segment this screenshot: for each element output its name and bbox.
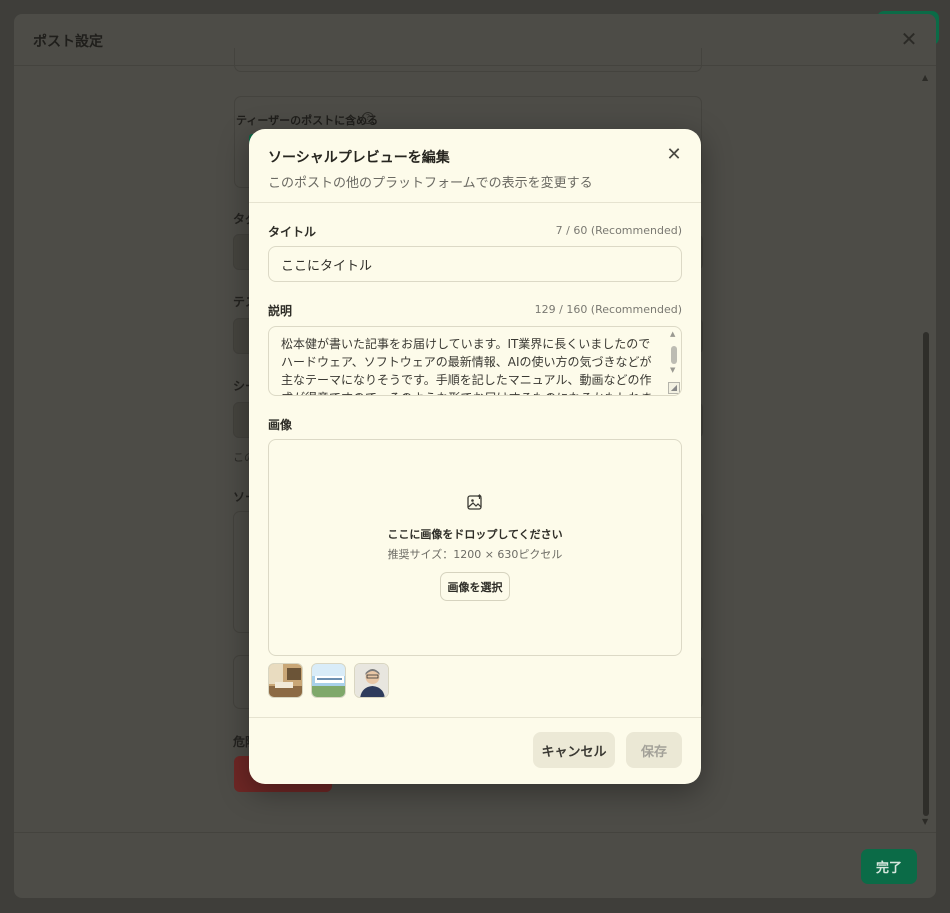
dialog-header-divider bbox=[249, 202, 701, 203]
scroll-up-icon[interactable]: ▲ bbox=[670, 330, 675, 338]
post-settings-title: ポスト設定 bbox=[33, 34, 103, 50]
title-label: タイトル bbox=[268, 225, 317, 239]
help-icon[interactable]: ? bbox=[362, 112, 374, 124]
outer-scrollbar[interactable]: ▲ ▼ bbox=[920, 70, 932, 830]
post-settings-footer: 完了 bbox=[14, 832, 936, 898]
resize-handle-icon[interactable]: ◢ bbox=[668, 382, 680, 394]
description-text: 松本健が書いた記事をお届けしています。IT業界に長くいましたのでハードウェア、ソ… bbox=[281, 337, 653, 395]
title-input[interactable] bbox=[268, 246, 682, 282]
description-label: 説明 bbox=[268, 304, 293, 318]
select-image-button[interactable]: 画像を選択 bbox=[440, 572, 510, 601]
teaser-label: ティーザーのポストに含める bbox=[236, 114, 379, 127]
recommended-size: 推奨サイズ：1200 × 630ピクセル bbox=[387, 548, 563, 561]
scroll-up-icon[interactable]: ▲ bbox=[922, 74, 930, 82]
scroll-thumb[interactable] bbox=[671, 346, 677, 364]
done-button[interactable]: 完了 bbox=[861, 849, 917, 884]
settings-card-top bbox=[234, 48, 702, 72]
title-counter: 7 / 60 (Recommended) bbox=[555, 224, 682, 237]
social-preview-dialog: ソーシャルプレビューを編集 このポストの他のプラットフォームでの表示を変更する … bbox=[249, 129, 701, 784]
thumbnail-banner[interactable] bbox=[311, 663, 346, 698]
image-label: 画像 bbox=[268, 418, 293, 432]
dialog-title: ソーシャルプレビューを編集 bbox=[268, 150, 450, 166]
save-button[interactable]: 保存 bbox=[626, 732, 682, 768]
scroll-thumb[interactable] bbox=[923, 332, 929, 816]
drop-instructions: ここに画像をドロップしてください bbox=[387, 528, 563, 541]
cancel-button[interactable]: キャンセル bbox=[533, 732, 615, 768]
image-dropzone[interactable]: ここに画像をドロップしてください 推奨サイズ：1200 × 630ピクセル 画像… bbox=[268, 439, 682, 656]
description-counter: 129 / 160 (Recommended) bbox=[534, 303, 682, 316]
close-icon[interactable]: ✕ bbox=[898, 28, 920, 50]
dialog-subtitle: このポストの他のプラットフォームでの表示を変更する bbox=[268, 176, 593, 191]
dialog-footer-divider bbox=[249, 717, 701, 718]
scroll-down-icon[interactable]: ▼ bbox=[670, 366, 675, 374]
thumbnail-avatar-illustration[interactable] bbox=[354, 663, 389, 698]
description-textarea[interactable]: 松本健が書いた記事をお届けしています。IT業界に長くいましたのでハードウェア、ソ… bbox=[268, 326, 682, 396]
close-icon[interactable]: ✕ bbox=[663, 144, 685, 166]
thumbnail-desk-photo[interactable] bbox=[268, 663, 303, 698]
scroll-down-icon[interactable]: ▼ bbox=[922, 818, 930, 826]
image-upload-icon bbox=[467, 494, 482, 510]
